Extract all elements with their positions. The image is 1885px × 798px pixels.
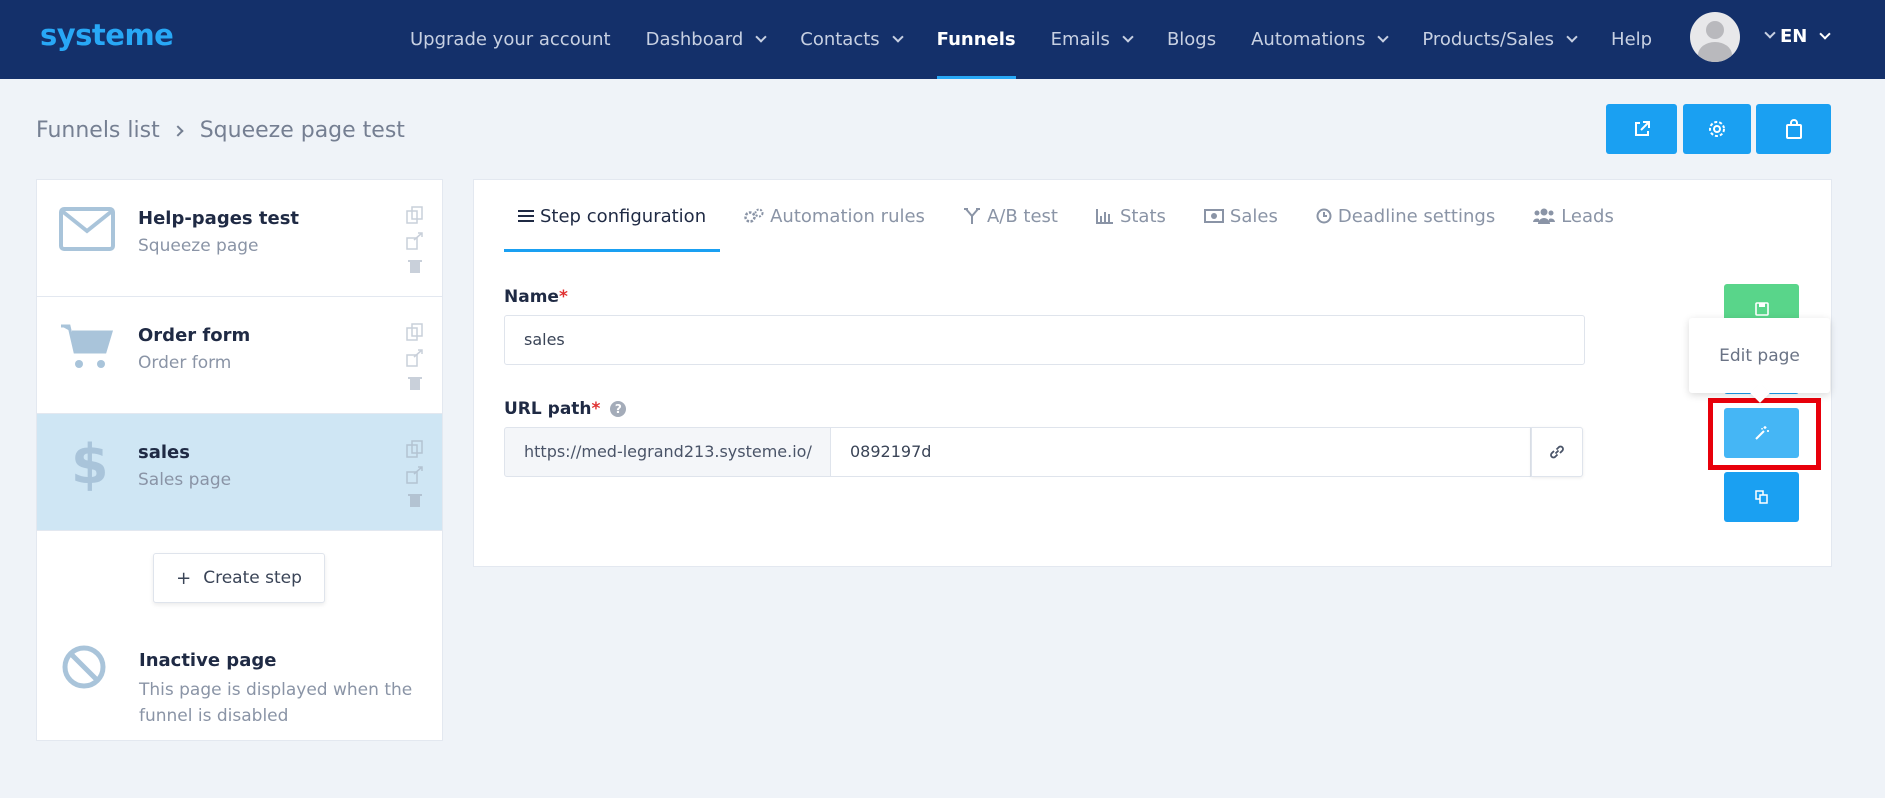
nav-funnels[interactable]: Funnels <box>936 0 1016 79</box>
nav-automations[interactable]: Automations <box>1251 0 1389 79</box>
nav-help[interactable]: Help <box>1611 0 1652 79</box>
name-label: Name* <box>504 287 568 307</box>
nav-contacts[interactable]: Contacts <box>800 0 904 79</box>
duplicate-page-button[interactable] <box>1724 472 1799 522</box>
external-link-icon <box>1634 121 1650 136</box>
step-type: Sales page <box>138 470 232 490</box>
language-selector[interactable]: EN <box>1780 26 1832 47</box>
users-icon <box>1533 208 1556 224</box>
copy-icon <box>1754 490 1768 504</box>
step-actions <box>405 206 425 274</box>
inactive-page-description: This page is displayed when the funnel i… <box>139 680 413 726</box>
url-path-input[interactable]: 0892197d <box>830 427 1531 477</box>
copy-to-funnel-icon[interactable] <box>406 349 424 367</box>
chevron-down-icon <box>1122 31 1134 43</box>
trash-icon[interactable] <box>407 492 423 508</box>
clock-icon <box>1316 208 1332 224</box>
step-item[interactable]: Order form Order form <box>37 297 442 414</box>
step-item-selected[interactable]: $ sales Sales page <box>37 414 442 531</box>
duplicate-icon[interactable] <box>406 206 424 224</box>
ban-icon <box>62 645 106 689</box>
gears-icon <box>744 208 764 224</box>
cart-icon <box>59 321 115 371</box>
link-icon <box>1550 445 1564 459</box>
step-actions <box>405 323 425 391</box>
step-actions <box>405 440 425 508</box>
trash-icon[interactable] <box>407 375 423 391</box>
duplicate-icon[interactable] <box>406 440 424 458</box>
tab-stats[interactable]: Stats <box>1082 180 1180 252</box>
copy-to-funnel-icon[interactable] <box>406 232 424 250</box>
tab-ab-test[interactable]: A/B test <box>949 180 1072 252</box>
split-icon <box>963 207 981 225</box>
url-path-label: URL path * ? <box>504 399 627 419</box>
question-circle-icon[interactable]: ? <box>610 401 627 417</box>
list-icon <box>518 209 534 223</box>
nav-products-sales[interactable]: Products/Sales <box>1422 0 1578 79</box>
svg-text:$: $ <box>71 435 107 491</box>
chevron-right-icon <box>172 124 184 137</box>
shopping-bag-icon <box>1785 119 1802 139</box>
step-type: Order form <box>138 353 232 373</box>
step-settings-panel: Step configuration Automation rules A/B … <box>473 179 1832 567</box>
chevron-down-icon <box>1819 28 1832 40</box>
create-step-button[interactable]: + Create step <box>153 553 325 603</box>
inactive-page-title[interactable]: Inactive page <box>139 650 276 671</box>
top-navbar: systeme Upgrade your account Dashboard C… <box>0 0 1885 79</box>
step-title: sales <box>138 442 190 463</box>
bar-chart-icon <box>1095 208 1114 224</box>
highlight-box <box>1708 398 1821 470</box>
floppy-disk-icon <box>1754 302 1769 316</box>
nav-blogs[interactable]: Blogs <box>1167 0 1216 79</box>
dollar-icon: $ <box>59 435 115 491</box>
app-logo[interactable]: systeme <box>40 18 174 52</box>
breadcrumb-funnels-list[interactable]: Funnels list <box>36 118 160 143</box>
settings-button[interactable] <box>1683 104 1751 154</box>
tab-leads[interactable]: Leads <box>1519 180 1628 252</box>
tab-step-configuration[interactable]: Step configuration <box>504 180 721 252</box>
funnel-steps-panel: Help-pages test Squeeze page Order form … <box>36 179 443 741</box>
nav-emails[interactable]: Emails <box>1051 0 1134 79</box>
breadcrumb: Funnels list Squeeze page test <box>36 118 405 143</box>
step-item[interactable]: Help-pages test Squeeze page <box>37 180 442 297</box>
open-external-button[interactable] <box>1606 104 1677 154</box>
money-icon <box>1203 209 1224 223</box>
chevron-down-icon <box>1377 31 1389 43</box>
tab-bar: Step configuration Automation rules A/B … <box>504 180 1638 252</box>
trash-icon[interactable] <box>407 258 423 274</box>
step-type: Squeeze page <box>138 236 259 256</box>
step-title: Order form <box>138 325 251 346</box>
tab-automation-rules[interactable]: Automation rules <box>730 180 939 252</box>
copy-to-funnel-icon[interactable] <box>406 466 424 484</box>
gear-icon <box>1709 121 1725 137</box>
step-name-input[interactable]: sales <box>504 315 1585 365</box>
tab-sales[interactable]: Sales <box>1190 180 1292 252</box>
duplicate-icon[interactable] <box>406 323 424 341</box>
chevron-down-icon <box>755 31 767 43</box>
avatar[interactable] <box>1690 12 1740 62</box>
nav-dashboard[interactable]: Dashboard <box>646 0 767 79</box>
url-domain-prefix: https://med-legrand213.systeme.io/ <box>504 427 831 477</box>
breadcrumb-current: Squeeze page test <box>199 118 405 143</box>
chevron-down-icon[interactable] <box>1764 27 1776 39</box>
envelope-icon <box>59 204 115 254</box>
main-nav: Upgrade your account Dashboard Contacts … <box>410 0 1687 79</box>
chevron-down-icon <box>1566 31 1578 43</box>
funnel-shop-button[interactable] <box>1756 104 1831 154</box>
nav-upgrade[interactable]: Upgrade your account <box>410 0 611 79</box>
copy-link-button[interactable] <box>1531 427 1583 477</box>
plus-icon: + <box>176 567 192 589</box>
step-title: Help-pages test <box>138 208 300 229</box>
tab-deadline-settings[interactable]: Deadline settings <box>1302 180 1509 252</box>
edit-page-tooltip: Edit page <box>1689 318 1830 393</box>
chevron-down-icon <box>892 31 904 43</box>
